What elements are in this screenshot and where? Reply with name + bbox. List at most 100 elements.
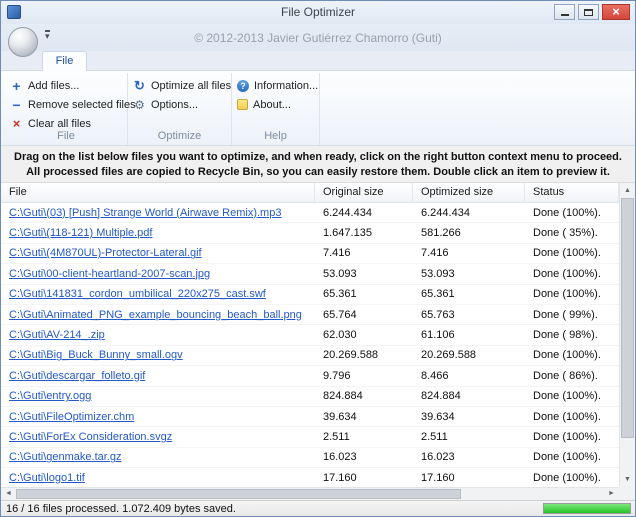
copyright-text: © 2012-2013 Javier Gutiérrez Chamorro (G… <box>194 31 442 45</box>
file-link[interactable]: C:\Guti\141831_cordon_umbilical_220x275_… <box>9 288 266 300</box>
original-size-cell: 17.160 <box>323 471 357 484</box>
file-link[interactable]: C:\Guti\Big_Buck_Bunny_small.ogv <box>9 349 183 361</box>
scroll-up-icon[interactable]: ▲ <box>620 183 635 198</box>
table-row[interactable]: C:\Guti\(4M870UL)-Protector-Lateral.gif … <box>1 244 619 265</box>
window-controls: × <box>554 4 630 20</box>
file-list-header: File Original size Optimized size Status <box>1 183 619 203</box>
table-row[interactable]: C:\Guti\descargar_folleto.gif 9.796 8.46… <box>1 366 619 387</box>
file-link[interactable]: C:\Guti\entry.ogg <box>9 390 91 402</box>
table-row[interactable]: C:\Guti\entry.ogg 824.884 824.884 Done (… <box>1 387 619 407</box>
ribbon-tab-row: File <box>1 51 635 71</box>
column-header-original-size[interactable]: Original size <box>315 183 413 202</box>
table-row[interactable]: C:\Guti\Big_Buck_Bunny_small.ogv 20.269.… <box>1 346 619 367</box>
file-link[interactable]: C:\Guti\00-client-heartland-2007-scan.jp… <box>9 268 210 280</box>
application-button[interactable] <box>8 27 38 57</box>
clear-files-icon: × <box>12 116 21 131</box>
optimized-size-cell: 53.093 <box>421 267 455 280</box>
scroll-down-icon[interactable]: ▼ <box>620 472 635 487</box>
original-size-cell: 53.093 <box>323 267 357 280</box>
file-link[interactable]: C:\Guti\logo1.tif <box>9 472 85 484</box>
table-row[interactable]: C:\Guti\FileOptimizer.chm 39.634 39.634 … <box>1 407 619 428</box>
column-header-file[interactable]: File <box>1 183 315 202</box>
remove-selected-files-button[interactable]: − Remove selected files <box>5 95 135 114</box>
information-icon: ? <box>237 79 249 92</box>
table-row[interactable]: C:\Guti\genmake.tar.gz 16.023 16.023 Don… <box>1 448 619 469</box>
file-link[interactable]: C:\Guti\AV-214_.zip <box>9 329 105 341</box>
scroll-left-icon[interactable]: ◄ <box>1 488 16 500</box>
file-link[interactable]: C:\Guti\(4M870UL)-Protector-Lateral.gif <box>9 247 202 259</box>
optimized-size-cell: 8.466 <box>421 369 449 382</box>
file-link[interactable]: C:\Guti\Animated_PNG_example_bouncing_be… <box>9 309 302 321</box>
status-cell: Done (100%). <box>533 451 601 464</box>
optimized-size-cell: 581.266 <box>421 227 461 240</box>
instructions-text: Drag on the list below files you want to… <box>1 146 635 183</box>
file-link[interactable]: C:\Guti\ForEx Consideration.svgz <box>9 431 172 443</box>
status-cell: Done (100%). <box>533 288 601 301</box>
file-link[interactable]: C:\Guti\genmake.tar.gz <box>9 451 122 463</box>
optimized-size-cell: 16.023 <box>421 451 455 464</box>
original-size-cell: 62.030 <box>323 329 357 342</box>
optimize-all-files-label: Optimize all files <box>151 79 232 92</box>
tab-file[interactable]: File <box>42 51 87 71</box>
table-row[interactable]: C:\Guti\(118-121) Multiple.pdf 1.647.135… <box>1 223 619 244</box>
optimized-size-cell: 65.361 <box>421 288 455 301</box>
optimized-size-cell: 7.416 <box>421 247 449 260</box>
ribbon-group-file: + Add files... − Remove selected files ×… <box>5 73 136 145</box>
optimize-icon: ↻ <box>134 78 145 93</box>
remove-selected-files-label: Remove selected files <box>28 98 136 111</box>
original-size-cell: 65.764 <box>323 308 357 321</box>
table-row[interactable]: C:\Guti\AV-214_.zip 62.030 61.106 Done (… <box>1 325 619 346</box>
status-cell: Done (100%). <box>533 410 601 423</box>
vertical-scrollbar[interactable]: ▲ ▼ <box>619 183 635 487</box>
file-link[interactable]: C:\Guti\descargar_folleto.gif <box>9 370 145 382</box>
column-header-optimized-size[interactable]: Optimized size <box>413 183 525 202</box>
title-bar[interactable]: File Optimizer × <box>1 1 635 24</box>
table-row[interactable]: C:\Guti\(03) [Push] Strange World (Airwa… <box>1 203 619 224</box>
file-link[interactable]: C:\Guti\(118-121) Multiple.pdf <box>9 227 152 239</box>
status-text: 16 / 16 files processed. 1.072.409 bytes… <box>6 503 236 515</box>
add-files-label: Add files... <box>28 79 80 92</box>
optimized-size-cell: 17.160 <box>421 471 455 484</box>
original-size-cell: 824.884 <box>323 390 363 403</box>
group-caption-help: Help <box>264 130 287 142</box>
table-row[interactable]: C:\Guti\00-client-heartland-2007-scan.jp… <box>1 264 619 285</box>
group-caption-optimize: Optimize <box>157 130 202 142</box>
close-button[interactable]: × <box>602 4 630 20</box>
original-size-cell: 2.511 <box>323 430 350 443</box>
table-row[interactable]: C:\Guti\logo1.tif 17.160 17.160 Done (10… <box>1 468 619 487</box>
status-cell: Done (100%). <box>533 349 601 362</box>
original-size-cell: 9.796 <box>323 369 351 382</box>
add-files-button[interactable]: + Add files... <box>5 76 127 95</box>
table-row[interactable]: C:\Guti\141831_cordon_umbilical_220x275_… <box>1 285 619 305</box>
scrollbar-corner <box>619 487 635 500</box>
file-link[interactable]: C:\Guti\(03) [Push] Strange World (Airwa… <box>9 207 281 219</box>
status-bar: 16 / 16 files processed. 1.072.409 bytes… <box>1 500 635 516</box>
options-gear-icon: ⚙ <box>134 97 145 112</box>
information-button[interactable]: ? Information... <box>232 76 319 95</box>
remove-files-icon: − <box>12 96 21 113</box>
status-cell: Done ( 86%). <box>533 369 598 382</box>
table-row[interactable]: C:\Guti\Animated_PNG_example_bouncing_be… <box>1 305 619 326</box>
close-icon: × <box>612 4 620 19</box>
maximize-button[interactable] <box>578 4 599 20</box>
status-cell: Done ( 35%). <box>533 227 598 240</box>
original-size-cell: 1.647.135 <box>323 227 372 240</box>
horizontal-scrollbar[interactable]: ◄ ► <box>1 487 619 500</box>
file-link[interactable]: C:\Guti\FileOptimizer.chm <box>9 411 134 423</box>
table-row[interactable]: C:\Guti\ForEx Consideration.svgz 2.511 2… <box>1 427 619 448</box>
horizontal-scrollbar-thumb[interactable] <box>16 489 461 499</box>
minimize-button[interactable] <box>554 4 575 20</box>
original-size-cell: 16.023 <box>323 451 357 464</box>
maximize-icon <box>584 8 593 16</box>
about-button[interactable]: About... <box>232 95 319 114</box>
scroll-right-icon[interactable]: ► <box>604 488 619 500</box>
about-icon <box>237 99 248 110</box>
column-header-status[interactable]: Status <box>525 183 619 202</box>
status-cell: Done (100%). <box>533 206 601 219</box>
vertical-scrollbar-thumb[interactable] <box>621 198 634 438</box>
options-button[interactable]: ⚙ Options... <box>128 95 231 114</box>
file-list-body: C:\Guti\(03) [Push] Strange World (Airwa… <box>1 203 619 487</box>
ribbon-group-help: ? Information... About... Help <box>232 73 320 145</box>
optimized-size-cell: 65.763 <box>421 308 455 321</box>
optimize-all-files-button[interactable]: ↻ Optimize all files <box>128 76 231 95</box>
